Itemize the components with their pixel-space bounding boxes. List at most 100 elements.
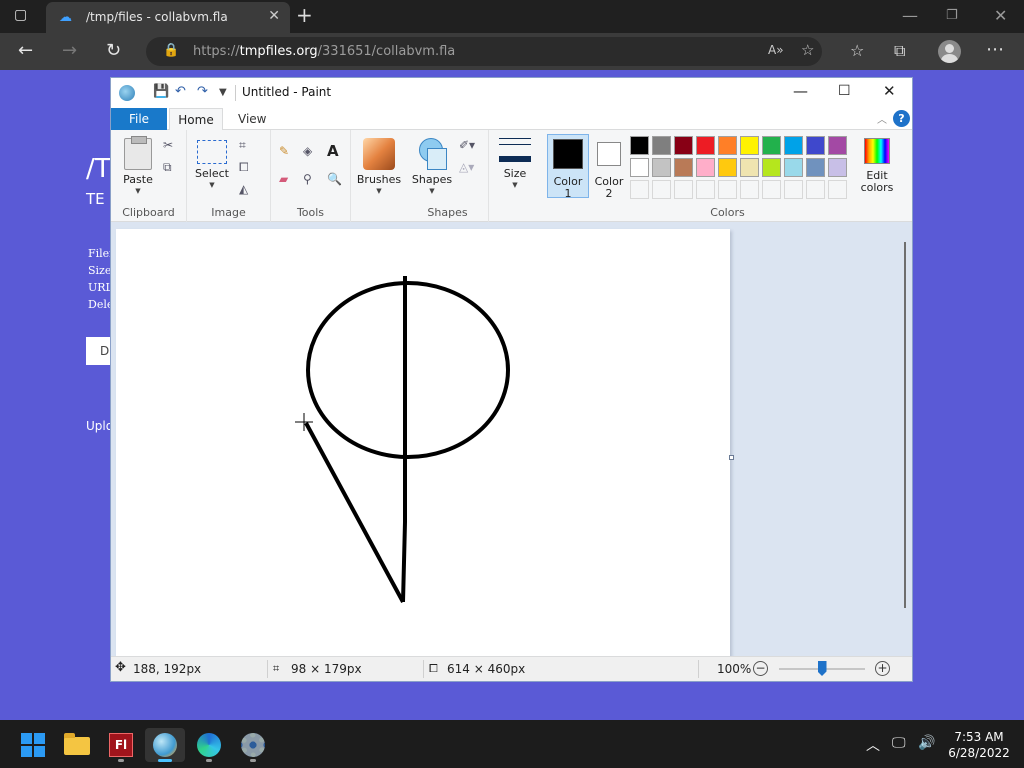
url-text[interactable]: https://tmpfiles.org/331651/collabvm.fla	[193, 44, 455, 59]
browser-restore-icon[interactable]: ❐	[946, 8, 958, 23]
palette-swatch[interactable]	[806, 136, 825, 155]
color1-swatch[interactable]	[553, 139, 583, 169]
palette-swatch[interactable]	[696, 158, 715, 177]
chevron-down-icon: ▼	[512, 181, 518, 189]
paint-minimize-icon[interactable]: —	[793, 82, 808, 100]
color2-swatch[interactable]	[597, 142, 621, 166]
canvas-resize-handle[interactable]	[729, 455, 734, 460]
taskbar-edge[interactable]	[189, 728, 229, 762]
paint-titlebar[interactable]: 💾 ↶ ↷ ▼ Untitled - Paint — ☐ ✕	[111, 78, 912, 108]
palette-custom-slot[interactable]	[806, 180, 825, 199]
back-arrow-icon[interactable]: ←	[18, 40, 33, 61]
tab-title: /tmp/files - collabvm.fla	[86, 10, 228, 24]
system-clock[interactable]: 7:53 AM 6/28/2022	[944, 729, 1014, 761]
canvas-workspace	[111, 222, 912, 656]
address-toolbar: ← → ↻ 🔒 https://tmpfiles.org/331651/coll…	[0, 33, 1024, 70]
palette-swatch[interactable]	[828, 158, 847, 177]
zoom-out-icon[interactable]: −	[753, 661, 768, 676]
tab-close-icon[interactable]: ✕	[268, 8, 280, 24]
volume-icon[interactable]: 🔊	[918, 735, 935, 751]
palette-swatch[interactable]	[630, 136, 649, 155]
palette-swatch[interactable]	[718, 158, 737, 177]
palette-custom-slot[interactable]	[784, 180, 803, 199]
undo-icon[interactable]: ↶	[175, 84, 186, 99]
collections-icon[interactable]: ⧉	[894, 41, 905, 61]
read-aloud-icon[interactable]: A»	[768, 43, 784, 57]
ribbon-tabs: File Home View ︿ ?	[111, 108, 912, 131]
profile-avatar[interactable]	[938, 40, 961, 63]
canvas-size-icon: ⧠	[429, 662, 438, 675]
palette-swatch[interactable]	[806, 158, 825, 177]
size-button[interactable]: Size ▼	[497, 138, 533, 189]
collapse-ribbon-icon[interactable]: ︿	[877, 111, 887, 126]
address-bar[interactable]: 🔒 https://tmpfiles.org/331651/collabvm.f…	[146, 37, 822, 66]
save-icon[interactable]: 💾	[153, 84, 169, 99]
vertical-scrollbar[interactable]	[904, 242, 906, 608]
palette-swatch[interactable]	[740, 136, 759, 155]
browser-close-icon[interactable]: ✕	[994, 6, 1007, 25]
tab-view[interactable]: View	[238, 112, 266, 126]
palette-swatch[interactable]	[674, 136, 693, 155]
tab-file[interactable]: File	[111, 108, 167, 130]
palette-swatch[interactable]	[674, 158, 693, 177]
palette-swatch[interactable]	[718, 136, 737, 155]
palette-custom-slot[interactable]	[674, 180, 693, 199]
palette-custom-slot[interactable]	[740, 180, 759, 199]
palette-custom-slot[interactable]	[652, 180, 671, 199]
clock-date: 6/28/2022	[948, 746, 1010, 760]
paint-maximize-icon[interactable]: ☐	[838, 83, 851, 99]
start-button[interactable]	[13, 728, 53, 762]
title-separator	[235, 85, 236, 101]
zoom-in-icon[interactable]: +	[875, 661, 890, 676]
edit-colors-button[interactable]: Edit colors	[855, 138, 899, 194]
help-icon[interactable]: ?	[893, 110, 910, 127]
page-title: /T	[86, 154, 111, 184]
palette-swatch[interactable]	[828, 136, 847, 155]
browser-minimize-icon[interactable]: —	[902, 6, 918, 25]
palette-swatch[interactable]	[630, 158, 649, 177]
taskbar-file-explorer[interactable]	[57, 728, 97, 762]
drawing-canvas[interactable]	[116, 229, 730, 656]
chevron-up-icon[interactable]: ︿	[866, 735, 880, 755]
more-menu-icon[interactable]: ⋯	[986, 39, 1004, 60]
paint-close-icon[interactable]: ✕	[883, 82, 896, 100]
palette-swatch[interactable]	[696, 136, 715, 155]
reload-icon[interactable]: ↻	[106, 40, 121, 61]
tab-home[interactable]: Home	[169, 108, 223, 131]
drawing-strokes	[295, 276, 510, 603]
selection-size-icon: ⌗	[273, 662, 280, 675]
palette-custom-slot[interactable]	[762, 180, 781, 199]
palette-swatch[interactable]	[740, 158, 759, 177]
taskbar-paint[interactable]	[145, 728, 185, 762]
palette-swatch[interactable]	[784, 158, 803, 177]
taskbar-flash[interactable]: Fl	[101, 728, 141, 762]
network-icon[interactable]: 🖵	[892, 735, 906, 751]
paint-app-icon[interactable]	[119, 85, 135, 101]
drawn-ellipse	[306, 281, 510, 459]
palette-custom-slot[interactable]	[828, 180, 847, 199]
browser-tab[interactable]: ☁ /tmp/files - collabvm.fla ✕	[46, 2, 290, 33]
add-favorite-icon[interactable]: ☆	[801, 41, 814, 59]
redo-icon[interactable]: ↷	[197, 84, 208, 99]
customize-toolbar-icon[interactable]: ▼	[219, 87, 227, 98]
palette-custom-slot[interactable]	[630, 180, 649, 199]
palette-custom-slot[interactable]	[718, 180, 737, 199]
tab-actions-icon[interactable]: ▢	[14, 7, 34, 27]
palette-swatch[interactable]	[784, 136, 803, 155]
palette-swatch[interactable]	[762, 158, 781, 177]
palette-swatch[interactable]	[652, 136, 671, 155]
cursor-position: 188, 192px	[133, 662, 202, 676]
new-tab-icon[interactable]: +	[296, 3, 313, 27]
palette-swatch[interactable]	[762, 136, 781, 155]
paint-window: 💾 ↶ ↷ ▼ Untitled - Paint — ☐ ✕ File Home…	[110, 77, 913, 682]
running-indicator	[250, 759, 256, 762]
flash-app-icon: Fl	[109, 733, 133, 757]
edge-icon	[197, 733, 221, 757]
favorites-icon[interactable]: ☆	[850, 41, 864, 60]
palette-custom-slot[interactable]	[696, 180, 715, 199]
forward-arrow-icon[interactable]: →	[62, 40, 77, 61]
taskbar-settings[interactable]	[233, 728, 273, 762]
lock-icon[interactable]: 🔒	[163, 43, 179, 58]
palette-swatch[interactable]	[652, 158, 671, 177]
zoom-slider-thumb[interactable]	[817, 661, 827, 676]
